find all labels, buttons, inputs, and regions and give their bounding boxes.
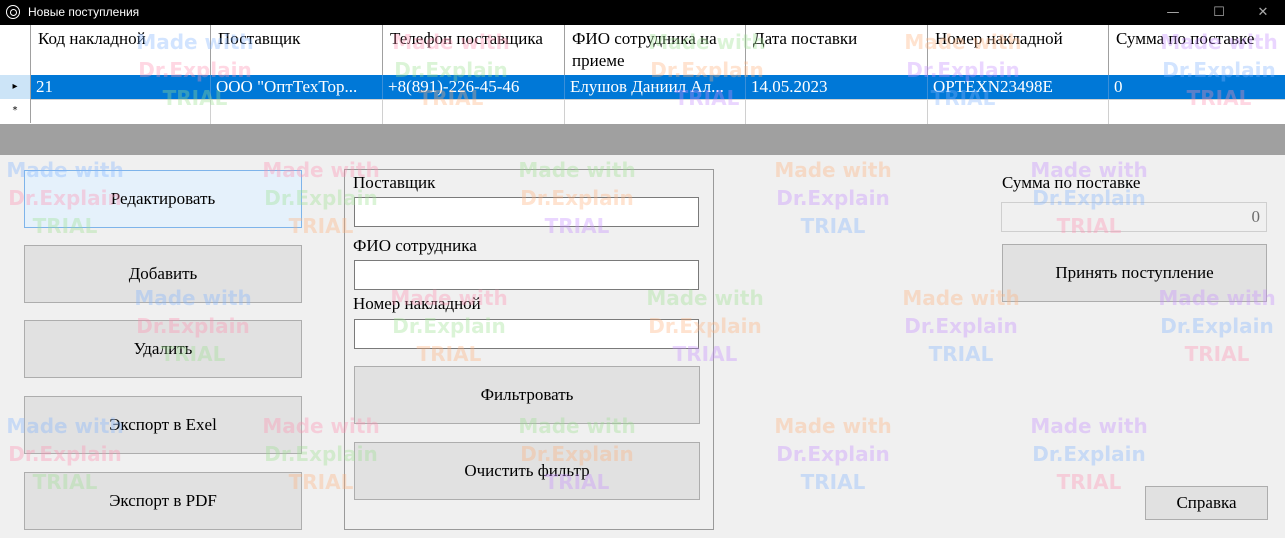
watermark-tile: Made with Dr.Explain TRIAL: [768, 412, 898, 496]
new-cell[interactable]: [565, 100, 746, 124]
column-header-employee[interactable]: ФИО сотрудника на приеме: [565, 25, 746, 75]
watermark-text: TRIAL: [1184, 342, 1250, 366]
watermark-text: TRIAL: [800, 214, 866, 238]
grid-corner: [0, 25, 31, 75]
column-header-invoice-code[interactable]: Код накладной: [31, 25, 211, 75]
watermark-text: Dr.Explain: [1160, 314, 1274, 338]
new-cell[interactable]: [746, 100, 928, 124]
minimize-button[interactable]: —: [1150, 0, 1196, 25]
new-cell[interactable]: [31, 100, 211, 124]
new-cell[interactable]: [383, 100, 565, 124]
cell-delivery-date[interactable]: 14.05.2023: [746, 75, 928, 99]
export-excel-button[interactable]: Экспорт в Exel: [24, 396, 302, 454]
clear-filter-button[interactable]: Очистить фильтр: [354, 442, 700, 500]
watermark-text: Dr.Explain: [904, 314, 1018, 338]
accept-delivery-button[interactable]: Принять поступление: [1002, 244, 1267, 302]
watermark-text: Dr.Explain: [776, 442, 890, 466]
app-icon: [6, 5, 20, 19]
data-grid[interactable]: Код накладной Поставщик Телефон поставщи…: [0, 25, 1285, 125]
watermark-tile: Made with Dr.Explain TRIAL: [768, 156, 898, 240]
watermark-text: Made with: [774, 414, 892, 438]
cell-invoice-code[interactable]: 21: [31, 75, 211, 99]
watermark-text: TRIAL: [1056, 470, 1122, 494]
new-cell[interactable]: [1109, 100, 1285, 124]
invoice-filter-input[interactable]: [354, 319, 699, 349]
employee-filter-input[interactable]: [354, 260, 699, 290]
delete-button[interactable]: Удалить: [24, 320, 302, 378]
supplier-filter-label: Поставщик: [353, 173, 436, 192]
maximize-button[interactable]: ☐: [1196, 0, 1242, 25]
invoice-filter-label: Номер накладной: [353, 294, 481, 313]
new-row[interactable]: [31, 99, 1285, 124]
watermark-text: TRIAL: [928, 342, 994, 366]
watermark-tile: Made with Dr.Explain TRIAL: [1024, 412, 1154, 496]
cell-employee[interactable]: Елушов Даниил Ал...: [565, 75, 746, 99]
employee-filter-label: ФИО сотрудника: [353, 236, 477, 255]
window-title: Новые поступления: [28, 5, 140, 19]
new-cell[interactable]: [211, 100, 383, 124]
watermark-text: Made with: [1030, 414, 1148, 438]
grid-empty-area: [0, 125, 1285, 155]
selected-row-marker[interactable]: ▸: [0, 75, 31, 99]
cell-invoice-number[interactable]: OPTEXN23498E: [928, 75, 1109, 99]
title-bar: Новые поступления — ☐ ✕: [0, 0, 1285, 25]
column-header-supplier[interactable]: Поставщик: [211, 25, 383, 75]
table-row[interactable]: 21 ООО "ОптТехТор... +8(891)-226-45-46 Е…: [31, 75, 1285, 99]
delivery-sum-label: Сумма по поставке: [1002, 173, 1141, 192]
cell-supplier-phone[interactable]: +8(891)-226-45-46: [383, 75, 565, 99]
watermark-text: Dr.Explain: [1032, 442, 1146, 466]
cell-delivery-sum[interactable]: 0: [1109, 75, 1285, 99]
watermark-text: Made with: [774, 158, 892, 182]
help-button[interactable]: Справка: [1145, 486, 1268, 520]
add-button[interactable]: Добавить: [24, 245, 302, 303]
column-header-delivery-sum[interactable]: Сумма по поставке: [1109, 25, 1285, 75]
delivery-sum-field: 0: [1001, 202, 1267, 232]
column-header-supplier-phone[interactable]: Телефон поставщика: [383, 25, 565, 75]
column-header-invoice-number[interactable]: Номер накладной: [928, 25, 1109, 75]
export-pdf-button[interactable]: Экспорт в PDF: [24, 472, 302, 530]
new-row-marker[interactable]: *: [0, 99, 31, 123]
edit-button[interactable]: Редактировать: [24, 170, 302, 228]
new-cell[interactable]: [928, 100, 1109, 124]
cell-supplier[interactable]: ООО "ОптТехТор...: [211, 75, 383, 99]
close-button[interactable]: ✕: [1240, 0, 1285, 25]
filter-button[interactable]: Фильтровать: [354, 366, 700, 424]
watermark-text: Dr.Explain: [776, 186, 890, 210]
column-header-delivery-date[interactable]: Дата поставки: [746, 25, 928, 75]
supplier-filter-input[interactable]: [354, 197, 699, 227]
watermark-text: TRIAL: [800, 470, 866, 494]
